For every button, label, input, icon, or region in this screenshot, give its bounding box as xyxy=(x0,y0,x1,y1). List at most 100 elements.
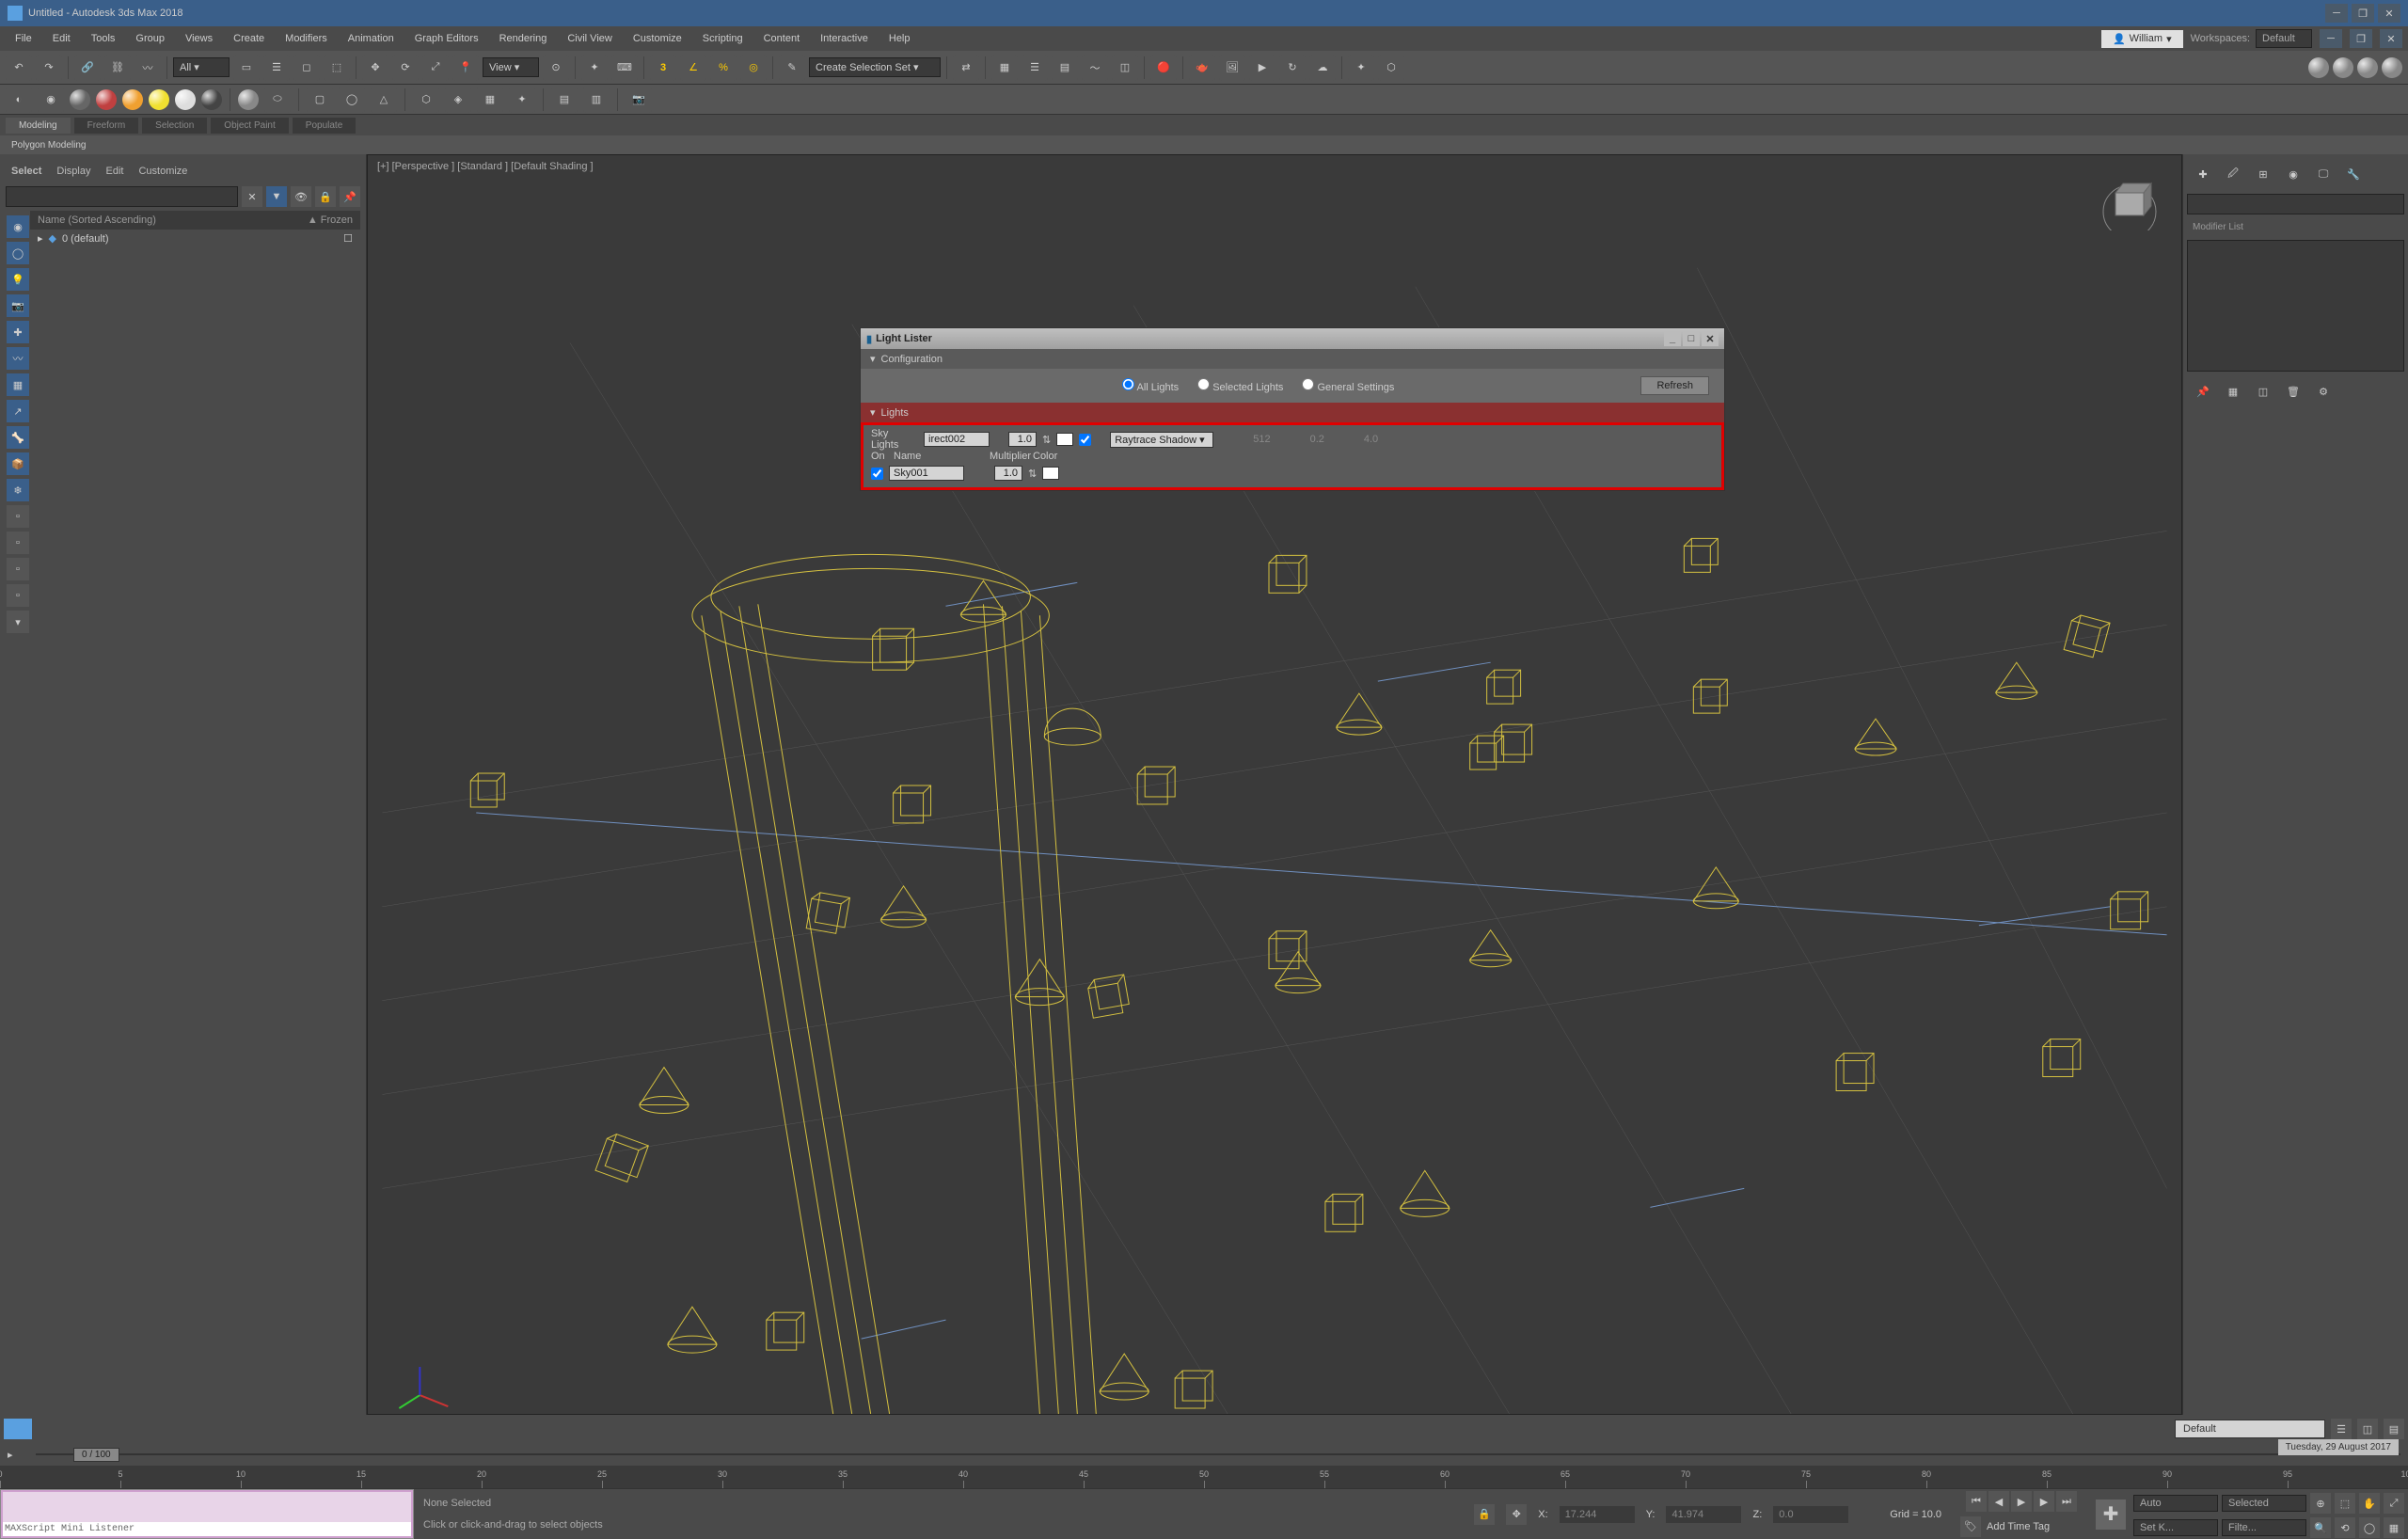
light-name-2[interactable]: Sky001 xyxy=(889,466,964,481)
lock-button[interactable]: 🔒 xyxy=(315,186,336,207)
tab-display[interactable]: Display xyxy=(56,166,90,177)
autokey-button[interactable]: Auto xyxy=(2133,1495,2218,1512)
render-frame-button[interactable]: 🖼 xyxy=(1219,55,1245,81)
timeline-ruler[interactable]: 0510152025303540455055606570758085909510… xyxy=(0,1466,2408,1488)
orb-sphere[interactable] xyxy=(238,89,259,110)
radio-all-lights[interactable]: All Lights xyxy=(1122,378,1179,393)
scene-search-input[interactable] xyxy=(6,186,238,207)
menu-tools[interactable]: Tools xyxy=(82,29,125,48)
orb-dark[interactable] xyxy=(201,89,222,110)
shadow-checkbox-1[interactable] xyxy=(1079,434,1091,446)
window-crossing-button[interactable]: ⬚ xyxy=(324,55,350,81)
selected-dropdown[interactable]: Selected xyxy=(2222,1495,2306,1512)
torus-icon[interactable]: ⬭ xyxy=(264,87,291,113)
utilities-tab-icon[interactable]: 🔧 xyxy=(2341,162,2366,186)
material-cone-icon[interactable]: △ xyxy=(371,87,397,113)
remove-modifier-icon[interactable]: 🗑 xyxy=(2281,379,2305,404)
play-button[interactable]: ▶ xyxy=(2011,1491,2032,1512)
filter-spacewarps-icon[interactable]: 〰 xyxy=(7,347,29,370)
filter-button[interactable]: ▼ xyxy=(266,186,287,207)
mult-value-2[interactable]: 1.0 xyxy=(994,466,1022,481)
align-button[interactable]: ▦ xyxy=(991,55,1018,81)
menu-graph-editors[interactable]: Graph Editors xyxy=(405,29,488,48)
menu-help[interactable]: Help xyxy=(879,29,920,48)
link-button[interactable]: 🔗 xyxy=(74,55,101,81)
ribbon-tab-freeform[interactable]: Freeform xyxy=(74,118,139,134)
key-filters-button[interactable]: Filte... xyxy=(2222,1519,2306,1536)
pin-button[interactable]: 📌 xyxy=(340,186,360,207)
unlink-button[interactable]: ⛓ xyxy=(104,55,131,81)
menu-animation[interactable]: Animation xyxy=(339,29,404,48)
spinner-icon[interactable]: ⇅ xyxy=(1028,468,1037,480)
nav-7[interactable]: ◯ xyxy=(2359,1517,2380,1538)
select-place-button[interactable]: 📍 xyxy=(452,55,479,81)
dialog-close-button[interactable]: ✕ xyxy=(1702,331,1719,346)
filter-extra-4[interactable]: ▫ xyxy=(7,584,29,607)
orb-grey[interactable] xyxy=(70,89,90,110)
filter-container-icon[interactable]: 📦 xyxy=(7,452,29,475)
hierarchy-tab-icon[interactable]: ⊞ xyxy=(2251,162,2275,186)
display-tab-icon[interactable]: 🖵 xyxy=(2311,162,2336,186)
redo-button[interactable]: ↷ xyxy=(36,55,62,81)
maxscript-input[interactable]: MAXScript Mini Listener xyxy=(3,1522,411,1536)
render-production-button[interactable]: ▶ xyxy=(1249,55,1275,81)
filter-cameras-icon[interactable]: 📷 xyxy=(7,294,29,317)
lights-section-header[interactable]: ▾ Lights xyxy=(861,403,1724,422)
viewport-label[interactable]: [+] [Perspective ] [Standard ] [Default … xyxy=(377,161,594,172)
nav-8[interactable]: ▦ xyxy=(2384,1517,2404,1538)
column-frozen[interactable]: ▲ Frozen xyxy=(308,214,353,226)
goto-end-button[interactable]: ⏭ xyxy=(2056,1491,2077,1512)
dialog-minimize-button[interactable]: _ xyxy=(1664,331,1681,346)
radio-general-settings[interactable]: General Settings xyxy=(1302,378,1394,393)
menu-file[interactable]: File xyxy=(6,29,41,48)
orb-white[interactable] xyxy=(175,89,196,110)
layer-options-3[interactable]: ▤ xyxy=(2384,1419,2404,1439)
user-signin[interactable]: 👤 William ▾ xyxy=(2101,30,2183,48)
config-section-header[interactable]: ▾ Configuration xyxy=(861,349,1724,369)
filter-geometry-icon[interactable]: ◉ xyxy=(7,215,29,238)
mult-value-1[interactable]: 1.0 xyxy=(1008,432,1037,447)
setkey-button[interactable]: Set K... xyxy=(2133,1519,2218,1536)
on-checkbox-2[interactable] xyxy=(871,468,883,480)
tab-edit[interactable]: Edit xyxy=(106,166,124,177)
lock-selection-icon[interactable]: 🔒 xyxy=(1474,1504,1495,1525)
menu-modifiers[interactable]: Modifiers xyxy=(276,29,337,48)
filter-frozen-icon[interactable]: ❄ xyxy=(7,479,29,501)
add-time-tag[interactable]: Add Time Tag xyxy=(1987,1521,2050,1532)
render-iterative-button[interactable]: ↻ xyxy=(1279,55,1306,81)
filter-bone-icon[interactable]: 🦴 xyxy=(7,426,29,449)
spinner-icon[interactable]: ⇅ xyxy=(1042,434,1051,446)
material-extra-1[interactable]: ⬡ xyxy=(413,87,439,113)
object-name-input[interactable] xyxy=(2187,194,2404,214)
next-frame-button[interactable]: ▶ xyxy=(2034,1491,2054,1512)
ribbon-tab-modeling[interactable]: Modeling xyxy=(6,118,71,134)
material-camera-icon[interactable]: 📷 xyxy=(626,87,652,113)
material-tool-1[interactable]: ◐ xyxy=(6,87,32,113)
layer-options-1[interactable]: ☰ xyxy=(2331,1419,2352,1439)
select-rotate-button[interactable]: ⟳ xyxy=(392,55,419,81)
coord-x-input[interactable]: 17.244 xyxy=(1560,1506,1635,1523)
undo-button[interactable]: ↶ xyxy=(6,55,32,81)
extra-tool-1[interactable]: ✦ xyxy=(1348,55,1374,81)
tab-customize[interactable]: Customize xyxy=(138,166,187,177)
selection-filter-dropdown[interactable]: All ▾ xyxy=(173,57,230,77)
select-move-button[interactable]: ✥ xyxy=(362,55,388,81)
configure-sets-icon[interactable]: ⚙ xyxy=(2311,379,2336,404)
scene-item-default[interactable]: ▸ ◆ 0 (default) ☐ xyxy=(30,230,360,247)
filter-extra-3[interactable]: ▫ xyxy=(7,558,29,580)
snap-toggle-button[interactable]: 3 xyxy=(650,55,676,81)
filter-extra-1[interactable]: ▫ xyxy=(7,505,29,528)
motion-tab-icon[interactable]: ◉ xyxy=(2281,162,2305,186)
menu-edit[interactable]: Edit xyxy=(43,29,80,48)
maximize-button[interactable]: ❐ xyxy=(2352,4,2374,23)
orb-orange[interactable] xyxy=(122,89,143,110)
edit-named-sel-button[interactable]: ✎ xyxy=(779,55,805,81)
mirror-button[interactable]: ⇄ xyxy=(953,55,979,81)
bind-spacewarp-button[interactable]: 〰 xyxy=(135,55,161,81)
ref-coord-dropdown[interactable]: View ▾ xyxy=(483,57,539,77)
filter-extra-2[interactable]: ▫ xyxy=(7,532,29,554)
goto-start-button[interactable]: ⏮ xyxy=(1966,1491,1987,1512)
time-slider[interactable]: 0 / 100 xyxy=(36,1446,2400,1463)
orb-yellow[interactable] xyxy=(149,89,169,110)
schematic-view-button[interactable]: ◫ xyxy=(1112,55,1138,81)
